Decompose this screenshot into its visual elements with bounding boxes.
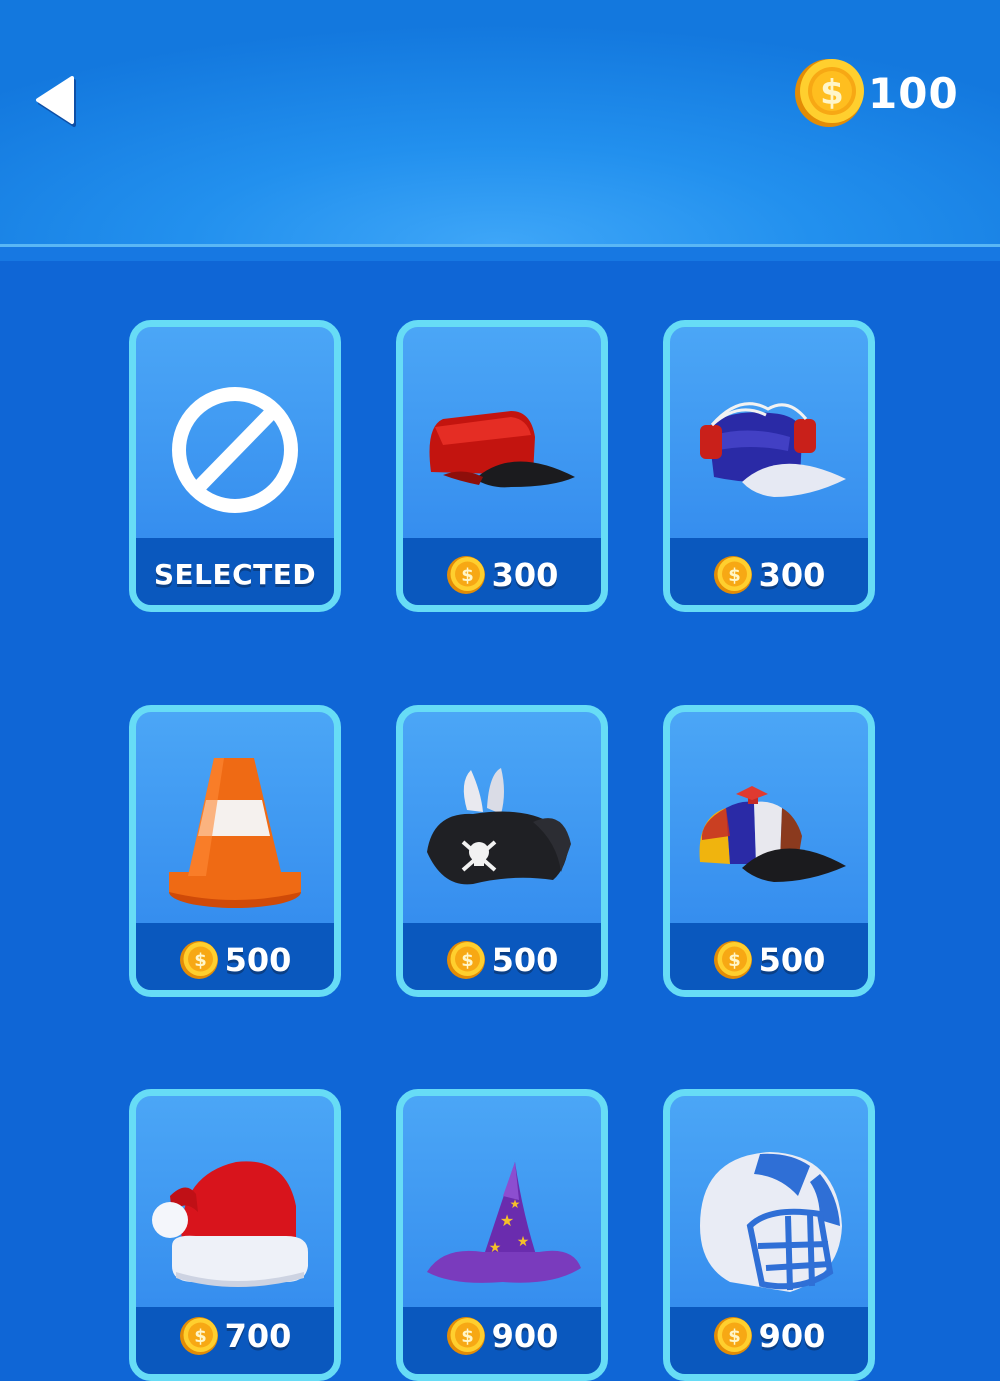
red-cap-icon [429, 411, 575, 488]
coin-icon: $ [179, 1317, 218, 1355]
santa-hat-icon [152, 1161, 308, 1287]
no-hat-icon [172, 387, 298, 513]
football-helmet-icon [700, 1152, 842, 1292]
svg-text:$: $ [728, 565, 741, 586]
shop-item-drink-helmet[interactable]: $ 300 [663, 320, 875, 612]
svg-text:★: ★ [489, 1240, 502, 1256]
wizard-hat-icon: ★ ★ ★ ★ [427, 1162, 581, 1283]
svg-text:$: $ [461, 565, 474, 586]
svg-text:$: $ [461, 950, 474, 971]
traffic-cone-icon [169, 758, 301, 908]
svg-text:★: ★ [510, 1197, 521, 1211]
shop-item-wizard-hat[interactable]: ★ ★ ★ ★ $ 900 [396, 1089, 608, 1381]
price-label: 300 [758, 556, 826, 594]
price-label: 500 [224, 941, 292, 979]
price-label: 700 [224, 1317, 292, 1355]
coin-icon: $ [446, 941, 485, 979]
shop-item-propeller-cap[interactable]: $ 500 [663, 705, 875, 997]
coin-icon: $ [713, 556, 752, 594]
svg-text:$: $ [461, 1326, 474, 1347]
price-label: 900 [491, 1317, 559, 1355]
svg-text:★: ★ [500, 1211, 514, 1230]
price-label: 500 [758, 941, 826, 979]
price-label: 300 [491, 556, 559, 594]
coin-icon: $ [713, 1317, 752, 1355]
shop-item-santa-hat[interactable]: $ 700 [129, 1089, 341, 1381]
coin-icon: $ [446, 556, 485, 594]
svg-text:$: $ [194, 950, 207, 971]
price-label: 500 [491, 941, 559, 979]
svg-text:★: ★ [517, 1234, 530, 1250]
svg-text:$: $ [728, 1326, 741, 1347]
shop-item-pirate-hat[interactable]: $ 500 [396, 705, 608, 997]
propeller-cap-icon [699, 786, 846, 882]
coin-icon: $ [446, 1317, 485, 1355]
shop-grid: SELECTED $ 300 $ 300 $ 500 $ 500 $ 500 $… [0, 0, 1000, 1381]
svg-text:$: $ [728, 950, 741, 971]
shop-item-traffic-cone[interactable]: $ 500 [129, 705, 341, 997]
pirate-hat-icon [427, 768, 571, 885]
price-label: 900 [758, 1317, 826, 1355]
shop-item-red-cap[interactable]: $ 300 [396, 320, 608, 612]
selected-label: SELECTED [153, 558, 317, 591]
shop-item-football-helmet[interactable]: $ 900 [663, 1089, 875, 1381]
drink-helmet-icon [700, 402, 846, 497]
coin-icon: $ [179, 941, 218, 979]
svg-text:$: $ [194, 1326, 207, 1347]
shop-item-none[interactable]: SELECTED [129, 320, 341, 612]
coin-icon: $ [713, 941, 752, 979]
